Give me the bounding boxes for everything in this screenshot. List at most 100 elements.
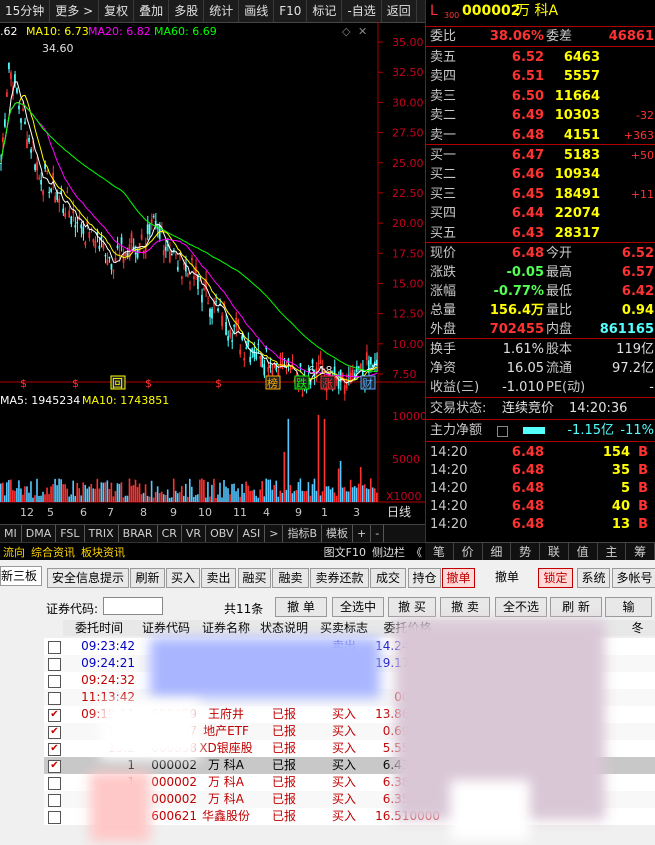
info-tab-1[interactable]: 综合资讯 <box>28 544 78 560</box>
info-tab-4[interactable]: 侧边栏 <box>369 544 408 560</box>
sell-level-3[interactable]: 卖三 6.50 11664 <box>426 87 655 106</box>
info-tab-2[interactable]: 板块资讯 <box>78 544 128 560</box>
trade-button-9[interactable]: 撤单 <box>442 568 475 588</box>
event-marker[interactable]: $ <box>20 377 27 390</box>
trade-button-13[interactable]: 多帐号 <box>612 568 655 588</box>
indicator-tab-2[interactable]: FSL <box>56 525 85 543</box>
quote-tab-1[interactable]: 价 <box>454 543 483 561</box>
order-checkbox[interactable]: ✔ <box>48 709 61 722</box>
table-header-0[interactable]: 委托时间 <box>63 620 136 636</box>
toolbar-item-3[interactable]: 叠加 <box>134 0 170 22</box>
indicator-tab-12[interactable]: + <box>353 525 372 543</box>
quote-tab-5[interactable]: 值 <box>569 543 598 561</box>
toolbar-item-1[interactable]: 更多 > <box>50 0 100 22</box>
table-header-10[interactable]: 冬 <box>620 620 655 636</box>
trade-button-4[interactable]: 融买 <box>238 568 271 588</box>
table-header-1[interactable]: 证券代码 <box>135 620 198 636</box>
buy-level-4[interactable]: 买四 6.44 22074 <box>426 204 655 223</box>
event-marker[interactable]: $ <box>72 377 79 390</box>
table-header-3[interactable]: 状态说明 <box>255 620 314 636</box>
action-button-0[interactable]: 撤 单 <box>275 597 327 617</box>
indicator-tab-11[interactable]: 模板 <box>322 525 354 543</box>
buy-level-2[interactable]: 买二 6.46 10934 <box>426 165 655 184</box>
kline-chart[interactable]: 35.0032.5030.0027.5025.0022.5020.0017.50… <box>0 22 425 522</box>
action-button-1[interactable]: 全选中 <box>332 597 384 617</box>
table-header-4[interactable]: 买卖标志 <box>313 620 376 636</box>
event-marker[interactable]: 财 <box>362 376 373 390</box>
quote-tab-0[interactable]: 笔 <box>425 543 454 561</box>
action-button-2[interactable]: 撤 买 <box>388 597 436 617</box>
info-tab-0[interactable]: 流向 <box>0 544 28 560</box>
trade-button-10[interactable]: 撤单 <box>482 568 532 586</box>
indicator-tab-13[interactable]: - <box>371 525 385 543</box>
quote-tab-7[interactable]: 筹 <box>626 543 655 561</box>
toolbar-item-5[interactable]: 统计 <box>204 0 240 22</box>
sell-level-2[interactable]: 卖二 6.49 10303 -32 <box>426 106 655 125</box>
toolbar-item-0[interactable]: 15分钟 <box>0 0 51 22</box>
trade-button-7[interactable]: 成交 <box>370 568 406 588</box>
order-checkbox[interactable] <box>48 794 61 807</box>
toolbar-item-7[interactable]: F10 <box>274 0 308 22</box>
trade-button-2[interactable]: 买入 <box>166 568 200 588</box>
order-checkbox[interactable] <box>48 811 61 824</box>
trade-button-11[interactable]: 锁定 <box>538 568 573 588</box>
indicator-tab-7[interactable]: OBV <box>206 525 239 543</box>
toolbar-item-4[interactable]: 多股 <box>169 0 205 22</box>
toolbar-item-2[interactable]: 复权 <box>99 0 135 22</box>
indicator-tab-3[interactable]: TRIX <box>85 525 119 543</box>
indicator-tab-8[interactable]: ASI <box>238 525 266 543</box>
buy-level-1[interactable]: 买一 6.47 5183 +50 <box>426 146 655 165</box>
quote-tab-2[interactable]: 细 <box>483 543 512 561</box>
toolbar-item-10[interactable]: 返回 <box>382 0 417 22</box>
close-icon[interactable]: ✕ <box>358 25 367 38</box>
quote-tab-6[interactable]: 主 <box>598 543 627 561</box>
toolbar-item-8[interactable]: 标记 <box>307 0 343 22</box>
event-marker[interactable]: 跌 <box>296 376 307 390</box>
indicator-tab-9[interactable]: > <box>265 525 284 543</box>
order-checkbox[interactable] <box>48 675 61 688</box>
trade-button-6[interactable]: 卖券还款 <box>310 568 369 588</box>
order-checkbox[interactable] <box>48 692 61 705</box>
quote-tab-4[interactable]: 联 <box>540 543 569 561</box>
action-button-4[interactable]: 全不选 <box>495 597 547 617</box>
indicator-tab-10[interactable]: 指标B <box>283 525 323 543</box>
trade-button-5[interactable]: 融卖 <box>272 568 309 588</box>
order-checkbox[interactable]: ✔ <box>48 726 61 739</box>
order-checkbox[interactable]: ✔ <box>48 743 61 756</box>
sell-level-5[interactable]: 卖五 6.52 6463 <box>426 48 655 67</box>
indicator-tab-5[interactable]: CR <box>158 525 182 543</box>
event-marker[interactable]: $ <box>145 377 152 390</box>
event-marker[interactable]: 榜 <box>267 376 278 390</box>
trade-button-8[interactable]: 持仓 <box>408 568 441 588</box>
action-button-6[interactable]: 输 <box>605 597 652 617</box>
toolbar-item-9[interactable]: -自选 <box>342 0 382 22</box>
order-checkbox[interactable]: ✔ <box>48 760 61 773</box>
sell-level-1[interactable]: 卖一 6.48 4151 +363 <box>426 126 655 145</box>
order-checkbox[interactable] <box>48 777 61 790</box>
trade-button-3[interactable]: 卖出 <box>201 568 236 588</box>
order-checkbox[interactable] <box>48 658 61 671</box>
diamond-icon[interactable]: ◇ <box>342 25 351 38</box>
trade-button-0[interactable]: 安全信息提示 <box>47 568 129 588</box>
quote-tab-3[interactable]: 势 <box>511 543 540 561</box>
indicator-tab-6[interactable]: VR <box>182 525 207 543</box>
action-button-5[interactable]: 刷 新 <box>550 597 602 617</box>
event-marker[interactable]: $ <box>215 377 222 390</box>
period-label[interactable]: 日线 <box>387 505 411 519</box>
event-marker[interactable]: 回 <box>112 377 123 390</box>
trade-button-12[interactable]: 系统 <box>577 568 610 588</box>
sell-level-4[interactable]: 卖四 6.51 5557 <box>426 67 655 86</box>
indicator-tab-0[interactable]: MI <box>0 525 22 543</box>
action-button-3[interactable]: 撤 卖 <box>440 597 490 617</box>
info-tab-5[interactable]: 《 <box>408 544 425 560</box>
grid-icon[interactable] <box>497 426 508 437</box>
order-checkbox[interactable] <box>48 641 61 654</box>
code-input[interactable] <box>103 597 163 615</box>
event-marker[interactable]: 涨 <box>322 377 333 390</box>
trade-button-1[interactable]: 刷新 <box>130 568 165 588</box>
table-header-2[interactable]: 证券名称 <box>197 620 256 636</box>
buy-level-5[interactable]: 买五 6.43 28317 <box>426 224 655 243</box>
info-tab-3[interactable]: 图文F10 <box>321 544 369 560</box>
side-tab-xinsanban[interactable]: 新三板 <box>0 566 42 586</box>
indicator-tab-4[interactable]: BRAR <box>119 525 158 543</box>
